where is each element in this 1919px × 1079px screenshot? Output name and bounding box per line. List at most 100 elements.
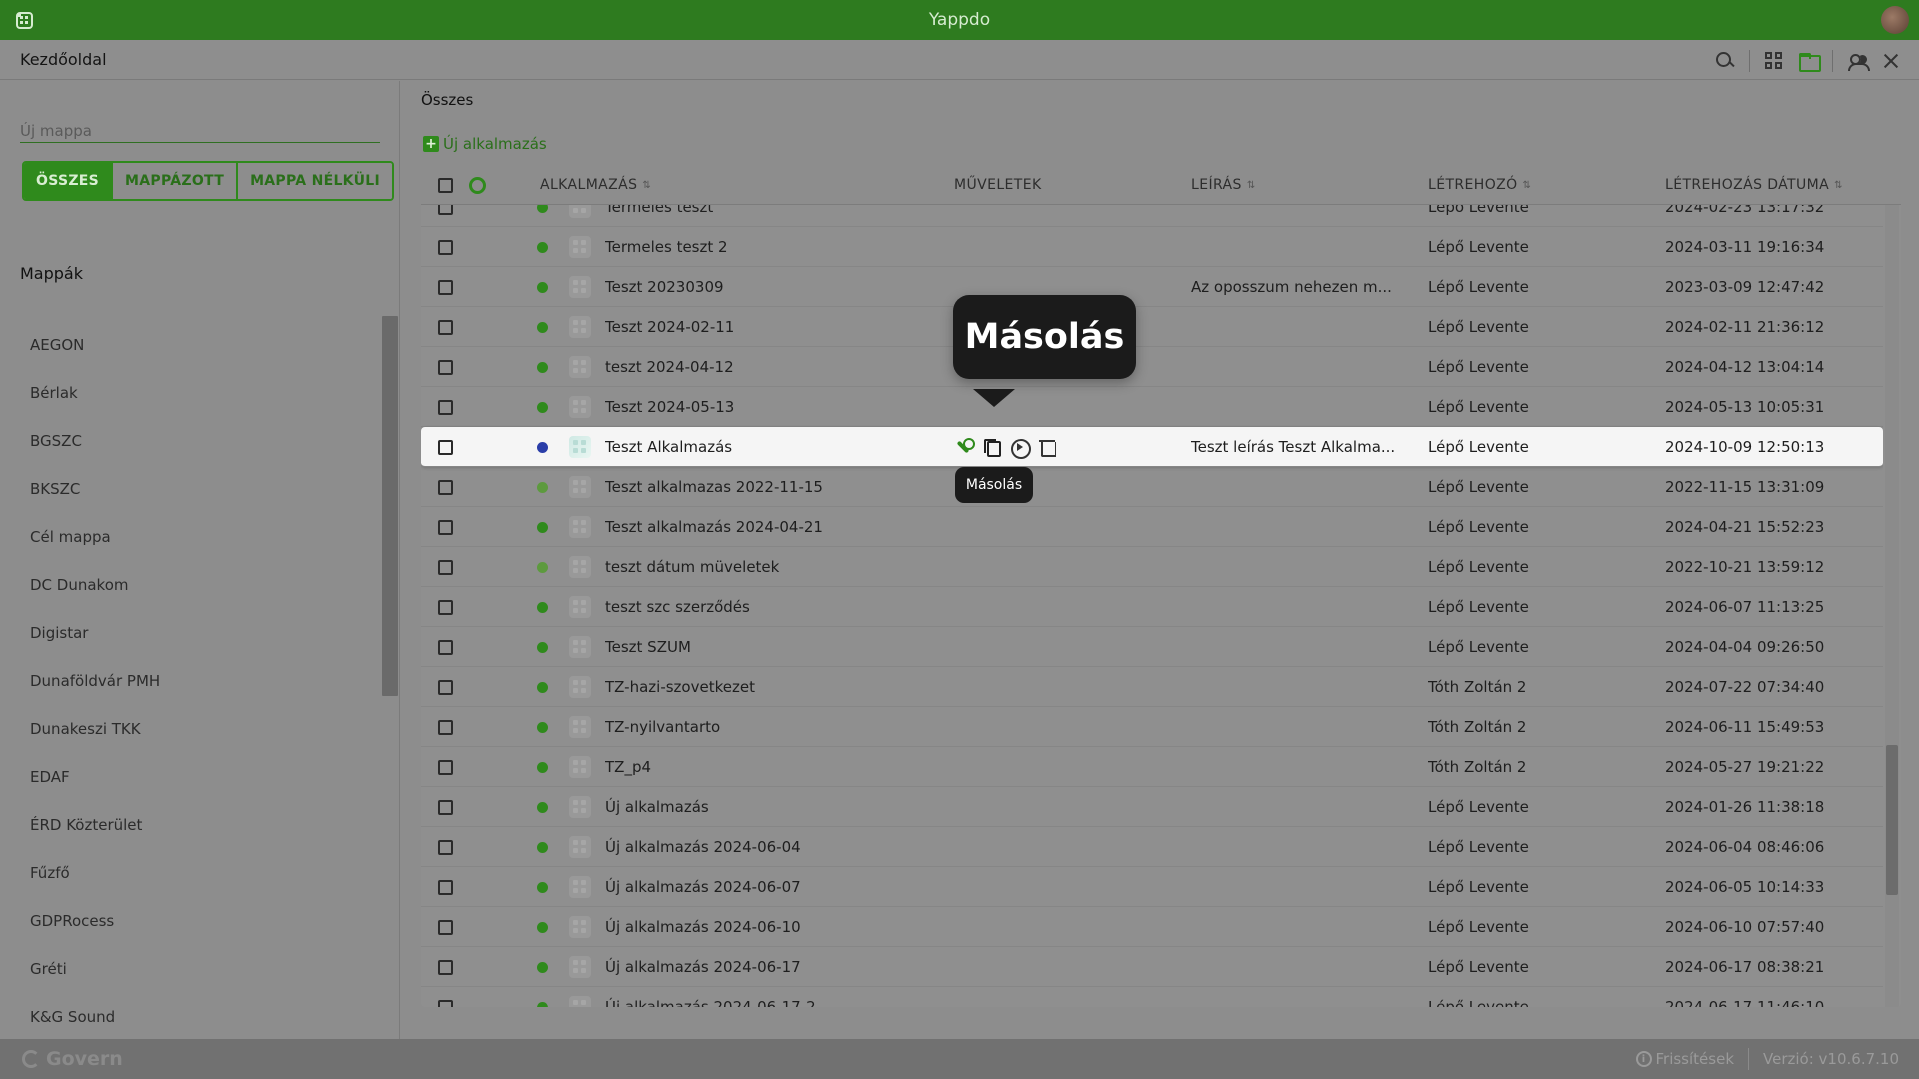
table-row[interactable]: teszt 2024-04-12 Lépő Levente 2024-04-12 1… bbox=[421, 347, 1883, 387]
folder-item[interactable]: Cél mappa bbox=[0, 513, 380, 561]
app-name[interactable]: teszt 2024-04-12 bbox=[605, 347, 945, 387]
row-checkbox[interactable] bbox=[438, 439, 453, 455]
table-row[interactable]: teszt szc szerződés Lépő Levente 2024-06-0… bbox=[421, 587, 1883, 627]
gear-icon[interactable] bbox=[469, 176, 486, 194]
copy-icon[interactable] bbox=[982, 438, 1001, 457]
app-name[interactable]: TZ_p4 bbox=[605, 747, 945, 787]
app-name[interactable]: Termeles teszt 2 bbox=[605, 227, 945, 267]
table-row[interactable]: Teszt Alkalmazás Teszt leírás Teszt Alkal… bbox=[421, 427, 1883, 467]
wrench-icon[interactable] bbox=[954, 438, 975, 456]
app-name[interactable]: Teszt SZUM bbox=[605, 627, 945, 667]
home-link[interactable]: Kezdőoldal bbox=[20, 50, 107, 69]
table-row[interactable]: TZ_p4 Tóth Zoltán 2 2024-05-27 19:21:22 bbox=[421, 747, 1883, 787]
folder-item[interactable]: Dunakeszi TKK bbox=[0, 705, 380, 753]
refresh-link[interactable]: i Frissítések bbox=[1635, 1050, 1734, 1068]
table-row[interactable]: Új alkalmazás 2024-06-10 Lépő Levente 2024… bbox=[421, 907, 1883, 947]
row-checkbox[interactable] bbox=[438, 959, 453, 975]
table-row[interactable]: Termeles teszt 2 Lépő Levente 2024-03-11 1… bbox=[421, 227, 1883, 267]
apps-grid-icon[interactable] bbox=[16, 12, 33, 29]
row-checkbox[interactable] bbox=[438, 719, 453, 735]
app-name[interactable]: Új alkalmazás 2024-06-17 bbox=[605, 947, 945, 987]
row-checkbox[interactable] bbox=[438, 759, 453, 775]
table-scrollbar[interactable] bbox=[1885, 205, 1899, 1007]
table-row[interactable]: Új alkalmazás Lépő Levente 2024-01-26 11:3… bbox=[421, 787, 1883, 827]
row-checkbox[interactable] bbox=[438, 999, 453, 1007]
app-name[interactable]: Új alkalmazás 2024-06-04 bbox=[605, 827, 945, 867]
app-name[interactable]: Új alkalmazás 2024-06-10 bbox=[605, 907, 945, 947]
column-header-creator[interactable]: LÉTREHOZÓ ⇅ bbox=[1428, 165, 1531, 205]
app-name[interactable]: teszt dátum müveletek bbox=[605, 547, 945, 587]
row-checkbox[interactable] bbox=[438, 359, 453, 375]
table-row[interactable]: Teszt alkalmazas 2022-11-15 Lépő Levente 2… bbox=[421, 467, 1883, 507]
app-name[interactable]: Új alkalmazás 2024-06-17-2 bbox=[605, 987, 945, 1007]
row-checkbox[interactable] bbox=[438, 919, 453, 935]
sidebar-scrollbar[interactable] bbox=[382, 316, 398, 696]
app-name[interactable]: Új alkalmazás bbox=[605, 787, 945, 827]
folder-item[interactable]: ÉRD Közterület bbox=[0, 801, 380, 849]
row-checkbox[interactable] bbox=[438, 239, 453, 255]
row-checkbox[interactable] bbox=[438, 205, 453, 215]
table-row[interactable]: TZ-hazi-szovetkezet Tóth Zoltán 2 2024-07-… bbox=[421, 667, 1883, 707]
row-checkbox[interactable] bbox=[438, 279, 453, 295]
table-row[interactable]: Teszt alkalmazás 2024-04-21 Lépő Levente 2… bbox=[421, 507, 1883, 547]
app-name[interactable]: Teszt 2024-05-13 bbox=[605, 387, 945, 427]
table-row[interactable]: teszt dátum müveletek Lépő Levente 2022-10… bbox=[421, 547, 1883, 587]
row-checkbox[interactable] bbox=[438, 479, 453, 495]
filter-foldered-button[interactable]: MAPPÁZOTT bbox=[113, 163, 239, 199]
row-checkbox[interactable] bbox=[438, 599, 453, 615]
row-checkbox[interactable] bbox=[438, 679, 453, 695]
folder-item[interactable]: GDPRocess bbox=[0, 897, 380, 945]
folder-item[interactable]: Digistar bbox=[0, 609, 380, 657]
row-checkbox[interactable] bbox=[438, 519, 453, 535]
row-checkbox[interactable] bbox=[438, 839, 453, 855]
folder-item[interactable]: K&G Sound bbox=[0, 993, 380, 1041]
table-row[interactable]: Teszt 2024-05-13 Lépő Levente 2024-05-13 1… bbox=[421, 387, 1883, 427]
app-name[interactable]: Teszt Alkalmazás bbox=[605, 427, 945, 467]
app-name[interactable]: TZ-hazi-szovetkezet bbox=[605, 667, 945, 707]
table-row[interactable]: Új alkalmazás 2024-06-17-2 Lépő Levente 20… bbox=[421, 987, 1883, 1007]
table-row[interactable]: Teszt 20230309 Az oposszum nehezen m... Lé… bbox=[421, 267, 1883, 307]
table-row[interactable]: Teszt 2024-02-11 Lépő Levente 2024-02-11 2… bbox=[421, 307, 1883, 347]
app-name[interactable]: Termeles teszt bbox=[605, 205, 945, 227]
app-name[interactable]: Új alkalmazás 2024-06-07 bbox=[605, 867, 945, 907]
folder-item[interactable]: Dunaföldvár PMH bbox=[0, 657, 380, 705]
row-checkbox[interactable] bbox=[438, 799, 453, 815]
app-name[interactable]: teszt szc szerződés bbox=[605, 587, 945, 627]
folder-item[interactable]: Fűzfő bbox=[0, 849, 380, 897]
table-row[interactable]: Új alkalmazás 2024-06-04 Lépő Levente 2024… bbox=[421, 827, 1883, 867]
folder-icon[interactable] bbox=[1798, 51, 1821, 72]
app-name[interactable]: Teszt alkalmazas 2022-11-15 bbox=[605, 467, 945, 507]
play-icon[interactable] bbox=[1010, 438, 1031, 459]
row-checkbox[interactable] bbox=[438, 879, 453, 895]
app-name[interactable]: Teszt 2024-02-11 bbox=[605, 307, 945, 347]
app-name[interactable]: TZ-nyilvantarto bbox=[605, 707, 945, 747]
network-icon[interactable] bbox=[1881, 51, 1901, 71]
row-checkbox[interactable] bbox=[438, 559, 453, 575]
select-all-checkbox[interactable] bbox=[438, 177, 453, 193]
folder-item[interactable]: BGSZC bbox=[0, 417, 380, 465]
table-scrollbar-thumb[interactable] bbox=[1886, 745, 1898, 895]
grid-view-icon[interactable] bbox=[1764, 51, 1784, 71]
folder-item[interactable]: DC Dunakom bbox=[0, 561, 380, 609]
new-app-button[interactable]: + Új alkalmazás bbox=[423, 135, 547, 153]
table-row[interactable]: Új alkalmazás 2024-06-17 Lépő Levente 2024… bbox=[421, 947, 1883, 987]
row-checkbox[interactable] bbox=[438, 639, 453, 655]
filter-all-button[interactable]: ÖSSZES bbox=[24, 163, 114, 199]
column-header-description[interactable]: LEÍRÁS ⇅ bbox=[1191, 165, 1256, 205]
table-row[interactable]: Termeles teszt Lépő Levente 2024-02-23 13:… bbox=[421, 205, 1883, 227]
folder-item[interactable]: Bérlak bbox=[0, 369, 380, 417]
folder-item[interactable]: AEGON bbox=[0, 321, 380, 369]
folder-item[interactable]: BKSZC bbox=[0, 465, 380, 513]
trash-icon[interactable] bbox=[1038, 438, 1056, 457]
row-checkbox[interactable] bbox=[438, 319, 453, 335]
column-header-created[interactable]: LÉTREHOZÁS DÁTUMA ⇅ bbox=[1665, 165, 1843, 205]
folder-item[interactable]: EDAF bbox=[0, 753, 380, 801]
filter-unfoldered-button[interactable]: MAPPA NÉLKÜLI bbox=[238, 163, 392, 199]
user-avatar[interactable] bbox=[1881, 6, 1909, 34]
new-folder-input[interactable] bbox=[20, 119, 380, 143]
table-row[interactable]: Új alkalmazás 2024-06-07 Lépő Levente 2024… bbox=[421, 867, 1883, 907]
search-icon[interactable] bbox=[1715, 51, 1735, 71]
app-name[interactable]: Teszt 20230309 bbox=[605, 267, 945, 307]
row-checkbox[interactable] bbox=[438, 399, 453, 415]
app-name[interactable]: Teszt alkalmazás 2024-04-21 bbox=[605, 507, 945, 547]
